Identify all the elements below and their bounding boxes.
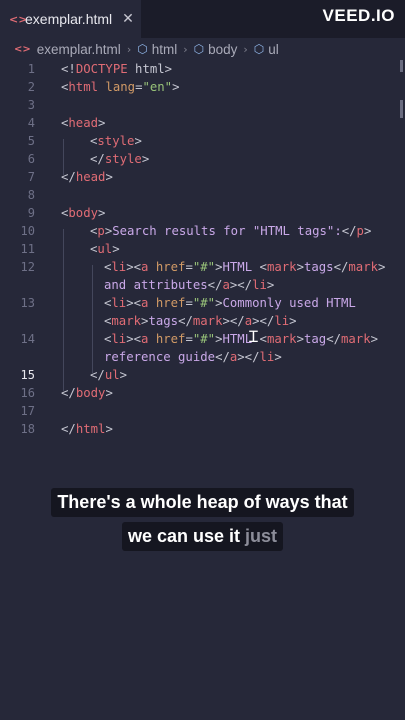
scrollbar-marker[interactable]	[400, 60, 403, 72]
line-number: 4	[27, 116, 35, 130]
code-line-14: <li><a href="#">HTML <mark>tag</mark>	[104, 332, 379, 346]
code-line-12: <li><a href="#">HTML <mark>tags</mark>	[104, 260, 386, 274]
chevron-right-icon: ›	[126, 42, 132, 56]
code-line-7: </head>	[61, 170, 113, 184]
subtitle-line-2: we can use it just	[0, 522, 405, 551]
line-number: 12	[20, 260, 35, 274]
scrollbar-marker[interactable]	[400, 100, 403, 118]
chevron-right-icon: ›	[183, 42, 188, 56]
code-line-1: <!DOCTYPE html>	[61, 62, 173, 76]
cube-icon: ⬡	[253, 42, 265, 56]
line-number: 8	[27, 188, 35, 202]
breadcrumb-file[interactable]: exemplar.html	[37, 42, 121, 57]
line-number-active: 15	[20, 368, 35, 382]
cube-icon: ⬡	[137, 42, 148, 56]
tab-title: exemplar.html	[25, 11, 113, 27]
line-number: 3	[27, 98, 35, 112]
breadcrumb-html[interactable]: html	[152, 42, 178, 57]
breadcrumb-body[interactable]: body	[208, 42, 237, 57]
code-line-12-wrap: and attributes</a></li>	[104, 278, 275, 292]
code-editor[interactable]: 1 2 3 4 5 6 7 8 9 10 11 12 13 14 15 16 1…	[0, 60, 405, 440]
tab-exemplar-html[interactable]: <> exemplar.html ✕	[0, 0, 141, 38]
code-line-6: </style>	[90, 152, 150, 166]
code-line-10: <p>Search results for "HTML tags":</p>	[90, 224, 372, 238]
indent-guide	[63, 229, 64, 391]
line-number: 17	[20, 404, 35, 418]
code-line-11: <ul>	[90, 242, 120, 256]
breadcrumb-ul[interactable]: ul	[268, 42, 279, 57]
line-number: 5	[27, 134, 35, 148]
line-number: 9	[27, 206, 35, 220]
line-number: 14	[20, 332, 35, 346]
line-number: 6	[27, 152, 35, 166]
line-number: 11	[20, 242, 35, 256]
line-number: 18	[20, 422, 35, 436]
subtitle-line-1: There's a whole heap of ways that	[0, 488, 405, 517]
code-icon: <>	[9, 12, 28, 26]
code-line-4: <head>	[61, 116, 106, 130]
code-line-13: <li><a href="#">Commonly used HTML	[104, 296, 356, 310]
text-cursor-icon: Ɪ	[249, 327, 258, 346]
code-icon: <>	[14, 43, 31, 55]
code-line-13-wrap: <mark>tags</mark></a></li>	[104, 314, 297, 328]
chevron-right-icon: ›	[243, 42, 248, 56]
line-number: 7	[27, 170, 35, 184]
code-line-14-wrap: reference guide</a></li>	[104, 350, 282, 364]
code-line-2: <html lang="en">	[61, 80, 180, 94]
line-number: 10	[20, 224, 35, 238]
line-number: 1	[27, 62, 35, 76]
line-number: 13	[20, 296, 35, 310]
code-line-15: </ul>	[90, 368, 128, 382]
line-number: 2	[27, 80, 35, 94]
code-line-9: <body>	[61, 206, 106, 220]
editor-tab-bar: <> exemplar.html ✕ VEED.IO	[0, 0, 405, 38]
code-line-18: </html>	[61, 422, 113, 436]
indent-guide	[92, 265, 93, 373]
code-line-5: <style>	[90, 134, 142, 148]
breadcrumb: <> exemplar.html › ⬡ html › ⬡ body › ⬡ u…	[0, 38, 405, 60]
code-line-16: </body>	[61, 386, 113, 400]
cube-icon: ⬡	[193, 42, 205, 56]
veed-watermark: VEED.IO	[322, 6, 395, 25]
line-number: 16	[20, 386, 35, 400]
close-icon[interactable]: ✕	[122, 11, 134, 27]
